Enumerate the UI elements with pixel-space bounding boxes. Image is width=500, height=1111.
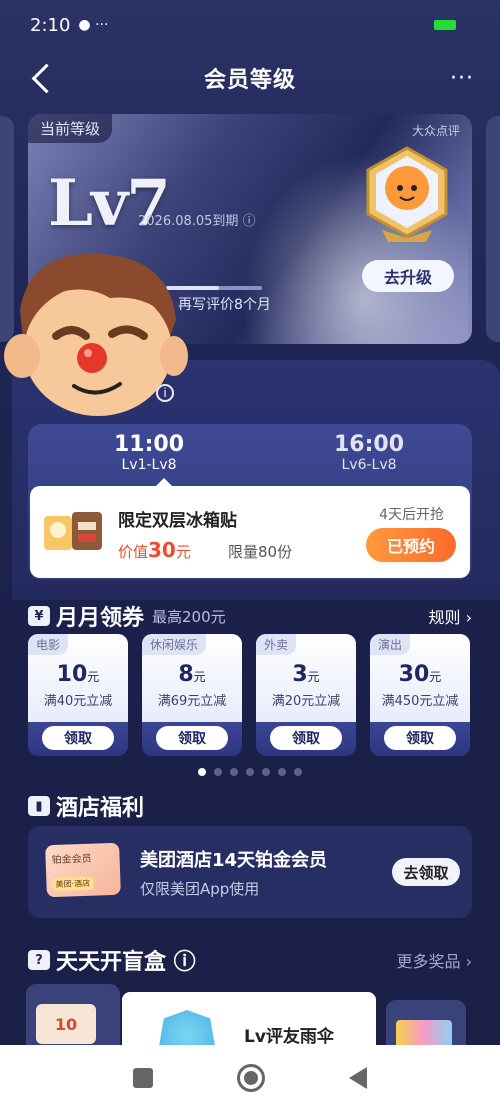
carousel-dots: [198, 768, 302, 776]
next-level-card[interactable]: [486, 116, 500, 342]
monthly-sub: 最高200元: [152, 607, 226, 626]
more-prizes-link[interactable]: 更多奖品 ›: [397, 948, 473, 972]
coupon-list: 电影 10元 满40元立减 领取 休闲娱乐 8元 满69元立减 领取 外卖 3元…: [28, 634, 488, 758]
hotel-benefit-name: 美团酒店14天铂金会员: [140, 850, 328, 871]
level-tip: 再写评价8个月: [178, 297, 271, 313]
blindbox-header: ? 天天开盲盒 ⓘ: [28, 944, 196, 976]
deal-countdown: 4天后开抢: [379, 507, 444, 523]
battery-icon: [434, 20, 456, 30]
back-icon[interactable]: [26, 62, 54, 96]
hotel-benefit-sub: 仅限美团App使用: [140, 880, 260, 898]
brand-logo: 大众点评: [411, 124, 460, 138]
flash-sale-schedule: 11:00 Lv1-Lv8 16:00 Lv6-Lv8 限定双层冰箱贴 价值30…: [28, 424, 472, 580]
claim-button[interactable]: 领取: [270, 726, 342, 750]
rules-link[interactable]: 规则 ›: [429, 604, 473, 628]
time-slot-1[interactable]: 11:00 Lv1-Lv8: [114, 432, 184, 473]
status-bar: 2:10 ● ···: [0, 0, 500, 50]
yen-icon: ¥: [28, 606, 50, 626]
hotel-claim-button[interactable]: 去领取: [392, 858, 460, 886]
coupon-leisure[interactable]: 休闲娱乐 8元 满69元立减 领取: [142, 634, 242, 756]
claim-button[interactable]: 领取: [42, 726, 114, 750]
time-slot-2[interactable]: 16:00 Lv6-Lv8: [334, 432, 404, 473]
current-level-tag: 当前等级: [28, 114, 113, 143]
prize-image: 10: [36, 1004, 96, 1044]
status-time: 2:10: [30, 14, 71, 36]
coupon-movie[interactable]: 电影 10元 满40元立减 领取: [28, 634, 128, 756]
blindbox-title: 天天开盲盒 ⓘ: [56, 950, 196, 975]
reserved-button[interactable]: 已预约: [366, 528, 456, 562]
hotel-header: ▮ 酒店福利: [28, 790, 144, 822]
prize-name: Lv评友雨伞: [244, 1027, 334, 1047]
monthly-title: 月月领券: [56, 606, 145, 631]
back-nav-icon[interactable]: [349, 1067, 367, 1089]
expire-date: 2026.08.05到期 ⓘ: [138, 214, 256, 229]
fridge-magnet-image: [44, 512, 102, 550]
more-icon[interactable]: ···: [450, 66, 474, 91]
platinum-card-image: 铂金会员 美团·酒店: [45, 842, 121, 898]
hotel-title: 酒店福利: [56, 796, 145, 821]
deal-limit: 限量80份: [228, 543, 293, 561]
claim-button[interactable]: 领取: [384, 726, 456, 750]
coupon-takeout[interactable]: 外卖 3元 满20元立减 领取: [256, 634, 356, 756]
deal-card[interactable]: 限定双层冰箱贴 价值30元 限量80份 4天后开抢 已预约: [30, 486, 470, 578]
home-icon[interactable]: [237, 1064, 265, 1092]
deal-value: 价值30元: [118, 538, 191, 562]
deal-name: 限定双层冰箱贴: [118, 511, 237, 531]
page-title: 会员等级: [203, 68, 296, 93]
floating-avatar-icon[interactable]: [0, 240, 188, 420]
claim-button[interactable]: 领取: [156, 726, 228, 750]
upgrade-button[interactable]: 去升级: [362, 260, 454, 292]
hotel-benefit-card[interactable]: 铂金会员 美团·酒店 美团酒店14天铂金会员 仅限美团App使用 去领取: [28, 826, 472, 918]
monthly-coupons-header: ¥ 月月领券 最高200元: [28, 600, 226, 632]
level-text: Lv7: [48, 166, 171, 241]
level-badge-icon: [366, 146, 448, 242]
gift-icon: ?: [28, 950, 50, 970]
system-nav-bar: [0, 1045, 500, 1111]
hotel-icon: ▮: [28, 796, 50, 816]
recent-apps-icon[interactable]: [133, 1068, 153, 1088]
top-bar: 会员等级 ···: [0, 52, 500, 104]
blindbox-item-center[interactable]: Lv评友雨伞: [122, 992, 376, 1052]
coupon-show[interactable]: 演出 30元 满450元立减 领取: [370, 634, 470, 756]
status-notification-icons: ● ···: [78, 17, 109, 33]
